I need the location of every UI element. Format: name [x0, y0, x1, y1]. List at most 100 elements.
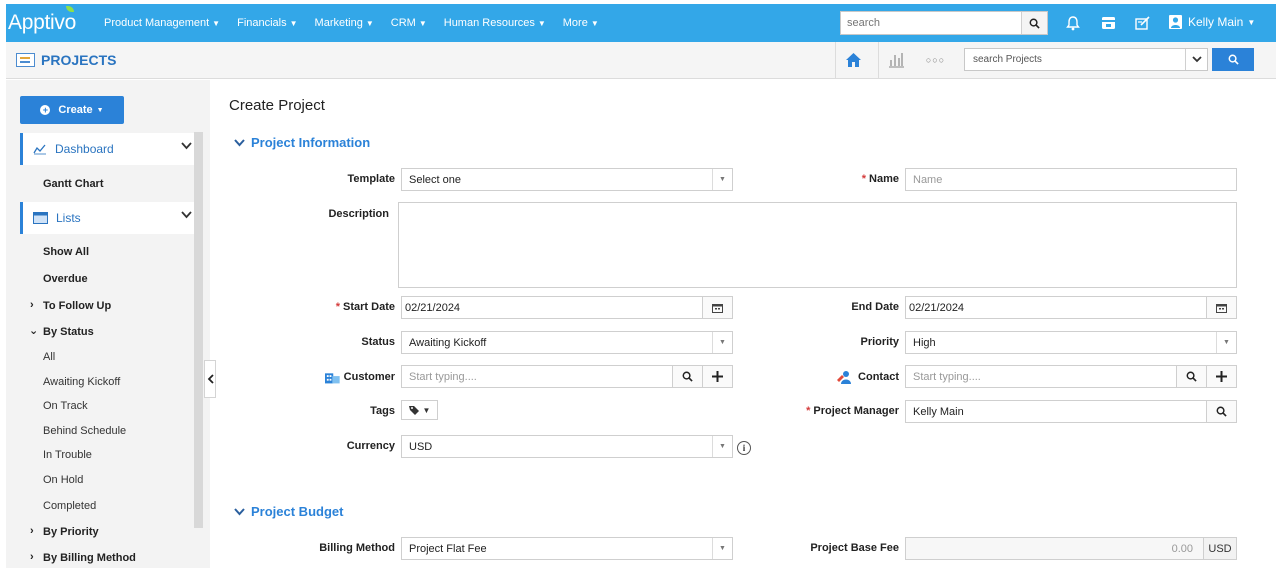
- nav-financials[interactable]: Financials ▼: [237, 17, 297, 29]
- search-icon: [682, 371, 693, 382]
- sidebar-status-on-hold[interactable]: On Hold: [43, 474, 83, 486]
- project-search-dropdown[interactable]: [1185, 49, 1207, 70]
- description-label: Description: [328, 208, 389, 220]
- project-search[interactable]: search Projects: [964, 48, 1208, 71]
- chevron-right-icon: ›: [30, 299, 34, 311]
- apptivo-logo[interactable]: Apptivo: [8, 6, 98, 35]
- tags-button[interactable]: ▼: [401, 400, 438, 420]
- chevron-down-icon: ▼: [212, 19, 221, 28]
- sidebar-item-to-follow-up[interactable]: To Follow Up: [43, 300, 111, 312]
- sidebar-status-all[interactable]: All: [43, 351, 55, 363]
- nav-crm[interactable]: CRM ▼: [391, 17, 427, 29]
- main-nav: Product Management ▼ Financials ▼ Marketin…: [104, 17, 616, 29]
- sidebar-status-awaiting-kickoff[interactable]: Awaiting Kickoff: [43, 376, 120, 388]
- chevron-down-icon: ▼: [365, 19, 374, 28]
- nav-more[interactable]: More ▼: [563, 17, 599, 29]
- caret-down-icon: ▼: [422, 405, 431, 415]
- section-project-information[interactable]: Project Information: [234, 135, 370, 150]
- home-button[interactable]: [835, 42, 870, 78]
- nav-human-resources[interactable]: Human Resources ▼: [444, 17, 546, 29]
- sidebar: + Create ▼ Dashboard Gantt Chart Lists S…: [6, 80, 210, 568]
- sidebar-status-in-trouble[interactable]: In Trouble: [43, 449, 92, 461]
- calendar-icon[interactable]: [1206, 297, 1236, 318]
- global-search-input[interactable]: [841, 12, 1021, 34]
- sidebar-item-overdue[interactable]: Overdue: [43, 273, 88, 285]
- contact-add-button[interactable]: [1206, 366, 1236, 387]
- notifications-bell-icon[interactable]: [1064, 14, 1082, 32]
- chevron-right-icon: ›: [30, 525, 34, 537]
- sidebar-section-dashboard[interactable]: Dashboard: [20, 133, 196, 165]
- top-navbar: Apptivo Product Management ▼ Financials ▼ …: [6, 4, 1276, 42]
- sidebar-item-by-status[interactable]: By Status: [43, 326, 94, 338]
- template-label: Template: [347, 173, 395, 185]
- currency-select[interactable]: USD ▼: [401, 435, 733, 458]
- name-field[interactable]: Name: [905, 168, 1237, 191]
- name-label: * Name: [861, 173, 899, 185]
- status-select[interactable]: Awaiting Kickoff ▼: [401, 331, 733, 354]
- chevron-left-icon: [207, 374, 214, 384]
- dashboard-icon: [33, 144, 46, 155]
- section-project-budget[interactable]: Project Budget: [234, 504, 343, 519]
- nav-marketing[interactable]: Marketing ▼: [315, 17, 374, 29]
- user-name: Kelly Main: [1188, 15, 1244, 29]
- sidebar-item-by-billing-method[interactable]: By Billing Method: [43, 552, 136, 564]
- feedback-icon[interactable]: [1134, 14, 1152, 32]
- end-date-field[interactable]: 02/21/2024: [905, 296, 1237, 319]
- customer-add-button[interactable]: [702, 366, 732, 387]
- start-date-field[interactable]: 02/21/2024: [401, 296, 733, 319]
- more-dots-icon: ○○○: [925, 55, 946, 65]
- nav-product-management[interactable]: Product Management ▼: [104, 17, 220, 29]
- tags-label: Tags: [370, 405, 395, 417]
- store-icon[interactable]: [1099, 14, 1117, 32]
- calendar-icon[interactable]: [702, 297, 732, 318]
- search-icon: [1186, 371, 1197, 382]
- project-search-input[interactable]: search Projects: [965, 54, 1185, 65]
- start-date-label: * Start Date: [335, 301, 395, 313]
- caret-down-icon: ▼: [712, 332, 732, 353]
- user-menu[interactable]: Kelly Main ▼: [1169, 15, 1255, 29]
- description-textarea[interactable]: [398, 202, 1237, 288]
- info-icon[interactable]: i: [737, 441, 751, 455]
- sidebar-status-completed[interactable]: Completed: [43, 500, 96, 512]
- customer-label: Customer: [325, 370, 395, 384]
- chevron-down-icon: [181, 211, 192, 219]
- customer-field[interactable]: Start typing....: [401, 365, 733, 388]
- template-select[interactable]: Select one ▼: [401, 168, 733, 191]
- billing-method-label: Billing Method: [319, 542, 395, 554]
- contact-field[interactable]: Start typing....: [905, 365, 1237, 388]
- sidebar-section-lists[interactable]: Lists: [20, 202, 196, 234]
- create-button[interactable]: + Create ▼: [20, 96, 124, 124]
- plus-icon: [1216, 371, 1227, 382]
- search-icon: [1216, 406, 1227, 417]
- project-manager-field[interactable]: Kelly Main: [905, 400, 1237, 423]
- caret-down-icon: ▼: [712, 538, 732, 559]
- sidebar-collapse-button[interactable]: [204, 360, 216, 398]
- caret-down-icon: ▼: [1216, 332, 1236, 353]
- sidebar-scrollbar[interactable]: [194, 132, 203, 528]
- sidebar-item-by-priority[interactable]: By Priority: [43, 526, 99, 538]
- priority-select[interactable]: High ▼: [905, 331, 1237, 354]
- chevron-down-icon: [234, 138, 245, 146]
- sidebar-item-show-all[interactable]: Show All: [43, 246, 89, 258]
- chevron-down-icon: ▼: [289, 19, 298, 28]
- project-search-button[interactable]: [1212, 48, 1254, 71]
- app-title-text: PROJECTS: [41, 52, 117, 68]
- global-search-button[interactable]: [1021, 12, 1047, 34]
- chevron-down-icon: [234, 507, 245, 515]
- sidebar-status-on-track[interactable]: On Track: [43, 400, 88, 412]
- project-manager-search-button[interactable]: [1206, 401, 1236, 422]
- contact-search-button[interactable]: [1176, 366, 1206, 387]
- sidebar-status-behind-schedule[interactable]: Behind Schedule: [43, 425, 126, 437]
- chevron-down-icon: [181, 142, 192, 150]
- customer-search-button[interactable]: [672, 366, 702, 387]
- app-title: PROJECTS: [16, 52, 116, 68]
- project-manager-label: * Project Manager: [806, 405, 899, 417]
- more-options-button[interactable]: ○○○: [918, 42, 953, 78]
- billing-method-select[interactable]: Project Flat Fee ▼: [401, 537, 733, 560]
- home-icon: [845, 53, 861, 67]
- bar-chart-icon: [889, 53, 904, 68]
- reports-button[interactable]: [878, 42, 913, 78]
- priority-label: Priority: [860, 336, 899, 348]
- project-base-fee-field[interactable]: 0.00 USD: [905, 537, 1237, 560]
- sidebar-item-gantt-chart[interactable]: Gantt Chart: [43, 178, 104, 190]
